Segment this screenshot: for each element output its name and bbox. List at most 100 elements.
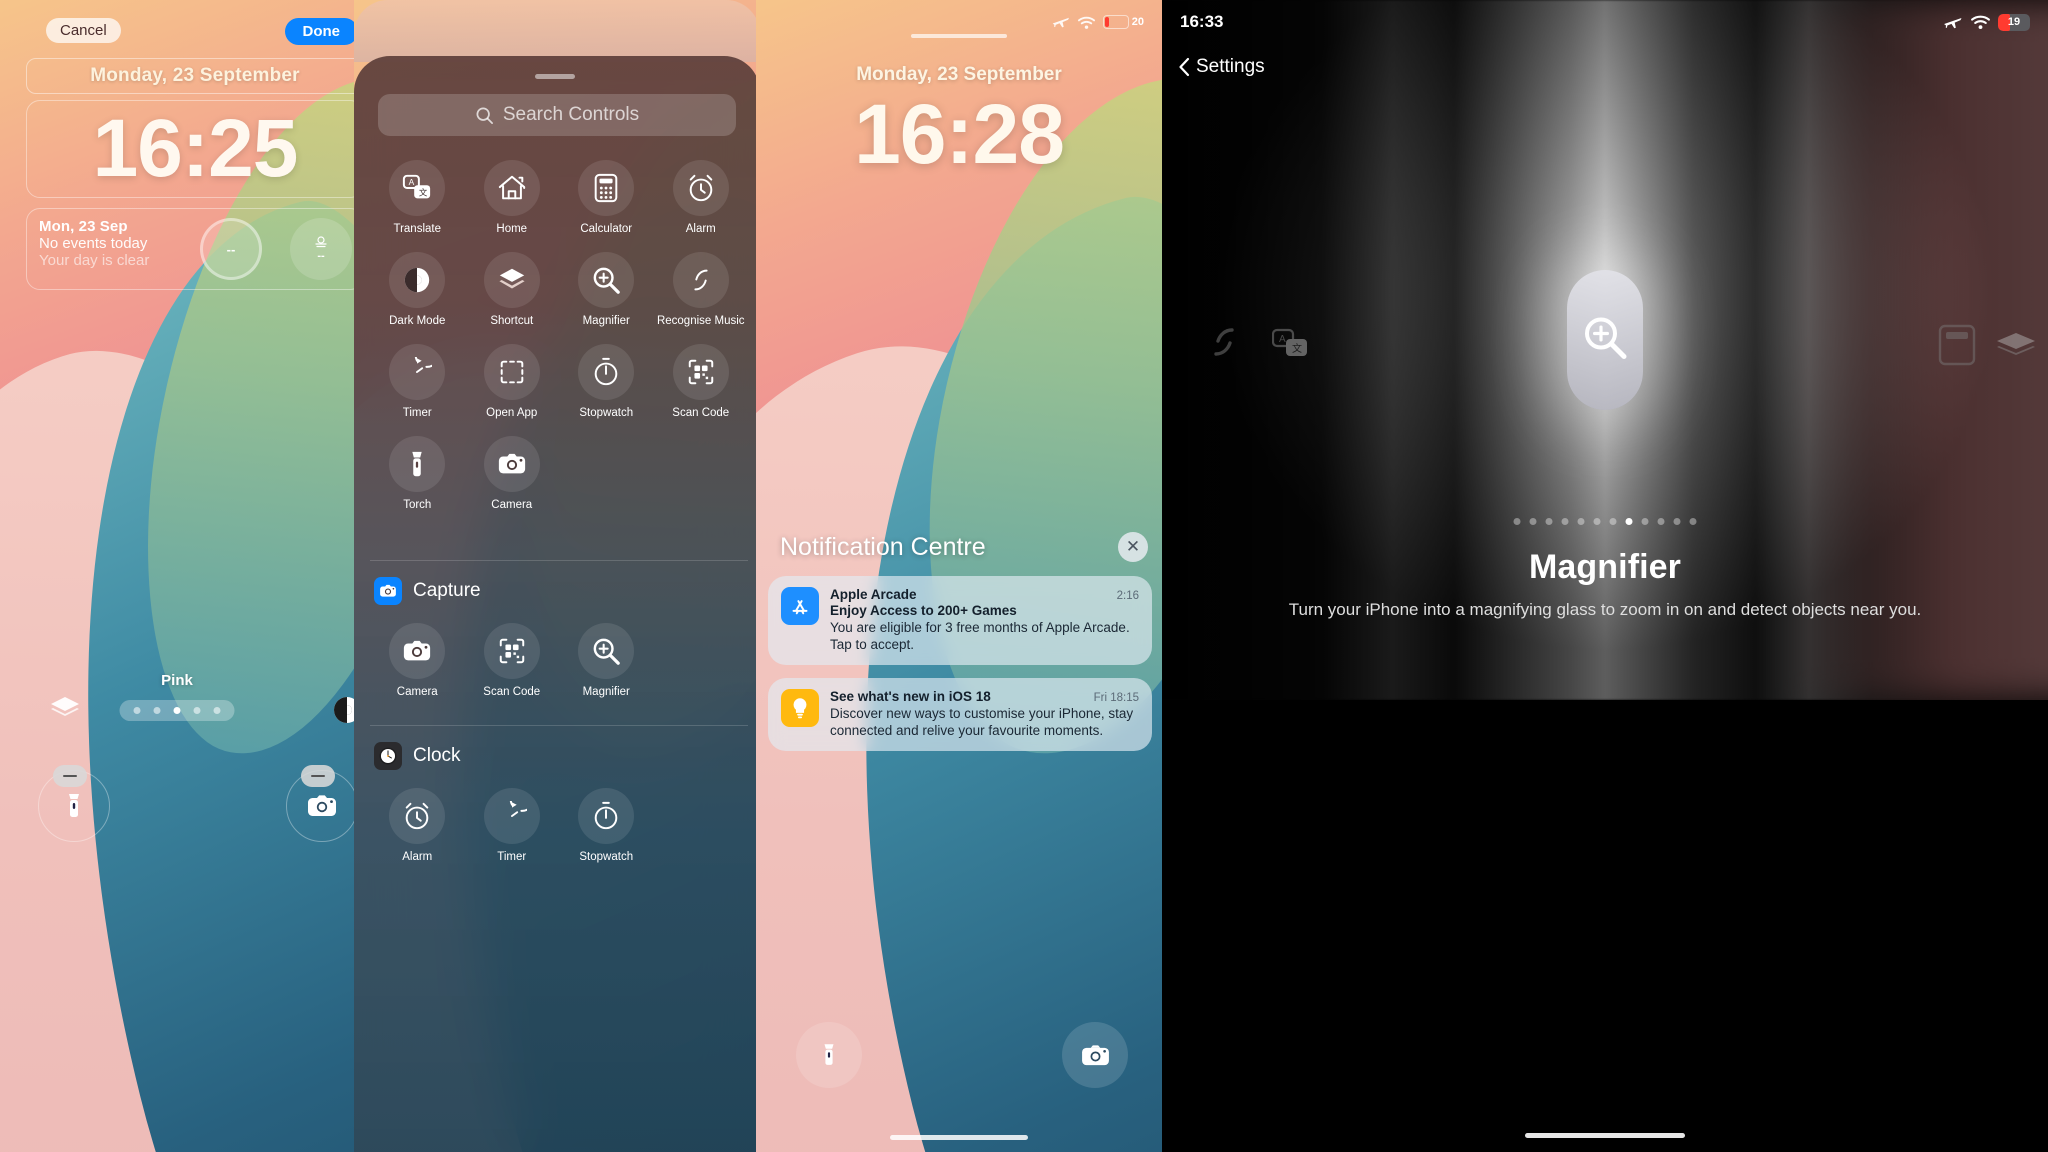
notification-card[interactable]: See what's new in iOS 18 Fri 18:15 Discove… [768,678,1152,752]
airplane-icon [1944,17,1962,28]
page-dot[interactable] [1657,518,1665,525]
battery-body [1102,15,1129,29]
top-controls-grid: A 文 Translate Home Calculator Alarm Dark Mode S… [370,160,748,512]
control-item[interactable]: Torch [370,435,465,512]
scan-code-icon[interactable] [483,623,540,679]
control-item[interactable]: Magnifier [559,251,654,328]
calculator-icon[interactable] [578,160,635,216]
control-item[interactable]: Dark Mode [370,251,465,328]
page-dot[interactable] [213,707,221,714]
page-dot-active[interactable] [173,707,181,714]
control-sections: Capture Camera Scan Code Magnifier Clock Alar… [370,560,748,890]
layers-icon[interactable] [48,695,82,726]
svg-text:文: 文 [419,188,428,198]
torch-control-button[interactable] [796,1022,862,1088]
control-item[interactable]: Scan Code [654,343,749,420]
search-controls-field[interactable]: Search Controls [378,94,736,136]
page-dot[interactable] [193,707,201,714]
notification-card[interactable]: Apple Arcade 2:16 Enjoy Access to 200+ Gam… [768,576,1152,666]
page-dot[interactable] [133,707,141,714]
page-dot[interactable] [1673,518,1681,525]
control-item[interactable]: Open App [465,343,560,420]
section-divider [370,560,748,561]
scan-code-icon[interactable] [672,343,729,400]
page-dot[interactable] [1577,518,1585,525]
dark-mode-icon[interactable] [332,695,354,730]
close-icon[interactable]: ✕ [1118,532,1148,562]
calculator-icon [1938,324,1976,371]
sheet-grabber[interactable] [535,74,575,79]
open-app-icon[interactable] [483,343,540,400]
stopwatch-icon[interactable] [578,343,635,400]
ring-widget-b[interactable]: -- [290,218,352,280]
timer-icon[interactable] [389,343,446,400]
control-item[interactable]: Magnifier [559,623,654,699]
control-item[interactable]: Alarm [370,787,465,864]
page-dot[interactable] [1689,518,1697,525]
control-item[interactable]: Stopwatch [559,787,654,864]
camera-icon [1081,1044,1109,1065]
svg-text:A: A [1279,334,1286,345]
shazam-icon[interactable] [672,251,729,308]
page-dot-active[interactable] [1625,518,1633,525]
shortcut-icon[interactable] [483,251,540,308]
control-item[interactable]: Camera [465,435,560,512]
section-controls-grid: Alarm Timer Stopwatch [370,787,748,864]
magnifier-hero-image: A 文 [1162,0,2048,700]
wallpaper-page-dots[interactable] [119,700,235,721]
section-title: Clock [413,744,461,766]
dark-mode-icon[interactable] [389,251,446,308]
camera-icon[interactable] [389,623,446,679]
control-item[interactable]: Timer [465,787,560,864]
translate-icon[interactable]: A文 [389,160,446,216]
torch-icon[interactable] [389,435,446,492]
control-item[interactable]: Timer [370,343,465,420]
remove-control-badge[interactable] [53,765,87,787]
done-button[interactable]: Done [284,18,354,45]
control-item[interactable]: Calculator [559,160,654,236]
control-item[interactable]: Stopwatch [559,343,654,420]
carousel-page-dots[interactable] [1513,518,1697,525]
stopwatch-icon[interactable] [578,787,635,844]
camera-control-button[interactable] [1062,1022,1128,1088]
control-item[interactable]: Home [465,160,560,236]
ring-widget-a[interactable]: -- [200,218,262,280]
page-dot[interactable] [1513,518,1521,525]
home-icon[interactable] [483,160,540,216]
home-indicator[interactable] [890,1135,1028,1140]
back-to-settings-button[interactable]: Settings [1178,56,1265,78]
page-dot[interactable] [1545,518,1553,525]
page-dot[interactable] [1561,518,1569,525]
control-label: Scan Code [672,406,730,419]
page-dot[interactable] [1641,518,1649,525]
notification-body: See what's new in iOS 18 Fri 18:15 Discove… [830,689,1139,739]
control-label: Alarm [402,850,433,863]
page-dot[interactable] [1609,518,1617,525]
camera-control-button[interactable] [286,765,354,842]
control-item[interactable]: Alarm [654,160,749,236]
alarm-icon[interactable] [672,160,729,216]
camera-icon[interactable] [483,435,540,492]
alarm-icon[interactable] [389,787,446,844]
page-dot[interactable] [1529,518,1537,525]
home-indicator[interactable] [1525,1133,1685,1138]
torch-control-button[interactable] [38,765,110,842]
cancel-button[interactable]: Cancel [46,18,121,43]
search-placeholder: Search Controls [502,104,640,125]
status-time: 16:33 [1180,12,1224,31]
control-item[interactable]: A 文 Translate [370,160,465,236]
page-dot[interactable] [1593,518,1601,525]
control-item[interactable]: Recognise Music [654,251,749,328]
lock-screen-date[interactable]: Monday, 23 September [26,58,354,94]
magnifier-icon[interactable] [578,623,635,679]
control-item[interactable]: Camera [370,623,465,699]
page-dot[interactable] [153,707,161,714]
timer-icon[interactable] [483,787,540,844]
remove-control-badge[interactable] [301,765,335,787]
control-item[interactable]: Shortcut [465,251,560,328]
lock-screen-clock[interactable]: 16:25 [26,100,354,198]
control-item[interactable]: Scan Code [465,623,560,699]
clock-icon [374,741,402,770]
magnifier-button-graphic [1567,270,1643,410]
magnifier-icon[interactable] [578,251,635,308]
